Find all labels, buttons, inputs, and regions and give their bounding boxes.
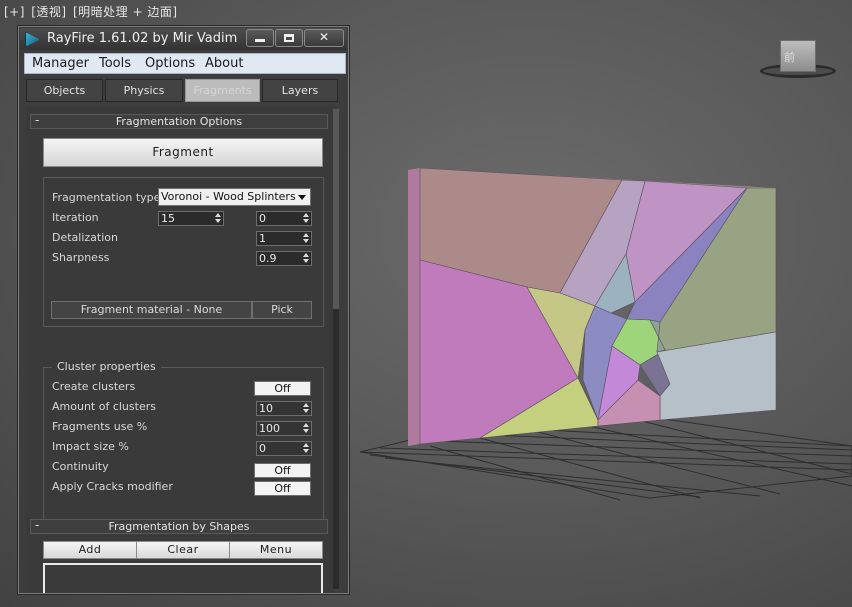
spinner-arrows-icon[interactable]	[301, 212, 310, 225]
detalization-spinner[interactable]: 1	[256, 231, 312, 246]
detalization-label: Detalization	[52, 231, 118, 244]
spinner-value: 100	[259, 422, 280, 435]
rollout-fragmentation-by-shapes[interactable]: - Fragmentation by Shapes	[30, 518, 328, 534]
apply-cracks-label: Apply Cracks modifier	[52, 480, 173, 493]
spinner-value: 10	[259, 402, 273, 415]
fragmentation-type-label: Fragmentation type	[52, 191, 161, 204]
shapes-list[interactable]	[43, 563, 323, 593]
viewcube[interactable]: 前	[760, 36, 836, 80]
chevron-down-icon	[298, 195, 306, 200]
cluster-properties-title: Cluster properties	[52, 360, 161, 373]
spinner-arrows-icon[interactable]	[301, 402, 310, 415]
cluster-properties-group: Cluster properties Create clusters Off A…	[43, 360, 324, 520]
create-clusters-toggle[interactable]: Off	[254, 381, 311, 396]
spinner-arrows-icon[interactable]	[301, 252, 310, 265]
sharpness-label: Sharpness	[52, 251, 110, 264]
menu-tools[interactable]: Tools	[99, 56, 131, 71]
add-shape-button[interactable]: Add	[43, 541, 137, 559]
spinner-value: 0	[259, 212, 266, 225]
spinner-value: 0.9	[259, 252, 277, 265]
tab-physics[interactable]: Physics	[105, 79, 183, 102]
dropdown-value: Voronoi - Wood Splinters	[161, 190, 296, 203]
amount-of-clusters-label: Amount of clusters	[52, 400, 156, 413]
spinner-value: 1	[259, 232, 266, 245]
voronoi-fragments	[419, 167, 777, 445]
spinner-value: 0	[259, 442, 266, 455]
tab-fragments[interactable]: Fragments	[185, 79, 260, 102]
viewcube-face-label: 前	[784, 51, 795, 64]
maximize-button[interactable]	[275, 29, 303, 47]
title-bar[interactable]: RayFire 1.61.02 by Mir Vadim ✕	[20, 28, 347, 50]
spinner-arrows-icon[interactable]	[301, 422, 310, 435]
menu-options[interactable]: Options	[145, 56, 195, 71]
menu-about[interactable]: About	[205, 56, 243, 71]
tab-layers[interactable]: Layers	[262, 79, 338, 102]
rayfire-app-icon	[25, 32, 40, 47]
spinner-arrows-icon[interactable]	[213, 212, 222, 225]
menu-bar: Manager Tools Options About	[24, 53, 346, 74]
amount-of-clusters-spinner[interactable]: 10	[256, 401, 312, 416]
apply-cracks-toggle[interactable]: Off	[254, 481, 311, 496]
viewport-menu-shading[interactable]: [明暗处理 + 边面]	[73, 5, 178, 19]
fragments-use-label: Fragments use %	[52, 420, 148, 433]
tab-bar: Objects Physics Fragments Layers	[26, 79, 344, 102]
tab-objects[interactable]: Objects	[26, 79, 103, 102]
maximize-icon	[284, 34, 294, 42]
iteration-secondary-spinner[interactable]: 0	[256, 211, 312, 226]
continuity-toggle[interactable]: Off	[254, 463, 311, 478]
scrollbar-thumb[interactable]	[333, 109, 339, 309]
window-title: RayFire 1.61.02 by Mir Vadim	[47, 31, 238, 46]
sharpness-spinner[interactable]: 0.9	[256, 251, 312, 266]
viewport-menu-perspective[interactable]: [透视]	[31, 5, 66, 19]
pick-material-button[interactable]: Pick	[252, 301, 312, 319]
rollout-title: Fragmentation Options	[115, 115, 243, 128]
rollout-fragmentation-options[interactable]: - Fragmentation Options	[30, 113, 328, 129]
spinner-arrows-icon[interactable]	[301, 442, 310, 455]
shapes-menu-button[interactable]: Menu	[229, 541, 323, 559]
fragment-material-button[interactable]: Fragment material - None	[51, 301, 252, 319]
minimize-button[interactable]	[246, 29, 274, 47]
panel-scrollbar[interactable]	[333, 109, 339, 589]
iteration-spinner[interactable]: 15	[158, 211, 224, 226]
impact-size-label: Impact size %	[52, 440, 129, 453]
viewport-label[interactable]: [+] [透视] [明暗处理 + 边面]	[4, 3, 180, 20]
clear-shapes-button[interactable]: Clear	[136, 541, 230, 559]
minimize-icon	[255, 39, 265, 42]
fragmentation-type-dropdown[interactable]: Voronoi - Wood Splinters	[158, 188, 311, 206]
fragment-button[interactable]: Fragment	[43, 138, 323, 167]
spinner-value: 15	[161, 212, 175, 225]
fragmentation-settings-group: Fragmentation type Voronoi - Wood Splint…	[43, 177, 324, 327]
rollout-title: Fragmentation by Shapes	[108, 520, 250, 533]
viewport-menu-plus[interactable]: [+]	[4, 5, 25, 19]
fragments-tab-content: - Fragmentation Options Fragment Fragmen…	[26, 107, 334, 593]
rayfire-window: RayFire 1.61.02 by Mir Vadim ✕ Manager T…	[17, 25, 350, 595]
menu-manager[interactable]: Manager	[32, 56, 89, 71]
iteration-label: Iteration	[52, 211, 99, 224]
continuity-label: Continuity	[52, 460, 109, 473]
create-clusters-label: Create clusters	[52, 380, 136, 393]
wall-side-face	[408, 168, 420, 446]
close-button[interactable]: ✕	[304, 29, 344, 47]
fragments-use-spinner[interactable]: 100	[256, 421, 312, 436]
spinner-arrows-icon[interactable]	[301, 232, 310, 245]
impact-size-spinner[interactable]: 0	[256, 441, 312, 456]
close-icon: ✕	[318, 30, 330, 44]
